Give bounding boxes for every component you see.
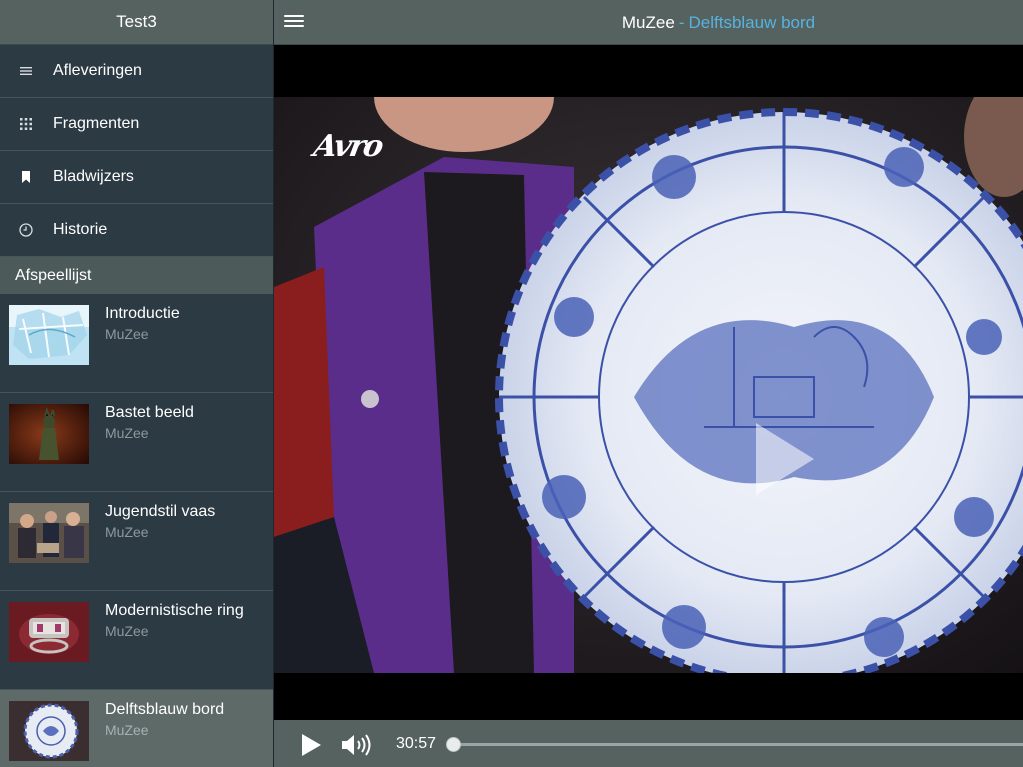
thumbnail-image	[9, 701, 89, 761]
playlist-item-subtitle: MuZee	[105, 722, 149, 738]
title-separator: -	[678, 12, 685, 32]
current-item-title: Delftsblauw bord	[688, 12, 816, 32]
playlist-item-title: Modernistische ring	[105, 602, 244, 619]
playlist-item-subtitle: MuZee	[105, 425, 149, 441]
playlist-item-title: Delftsblauw bord	[105, 701, 225, 718]
playlist-item-active[interactable]: Delftsblauw bord MuZee	[0, 690, 273, 767]
sidebar: Test3 Afleveringen Fragmenten Bladwijzer…	[0, 0, 274, 767]
nav-label: Bladwijzers	[53, 168, 134, 185]
play-overlay-icon[interactable]	[750, 419, 820, 499]
video-frame: Avro	[274, 97, 1023, 673]
nav-label: Afleveringen	[53, 62, 142, 79]
nav-item-bladwijzers[interactable]: Bladwijzers	[0, 151, 273, 204]
seek-handle[interactable]	[446, 737, 461, 752]
playlist-item-title: Introductie	[105, 305, 180, 322]
list-icon	[18, 63, 34, 79]
playlist-item[interactable]: Bastet beeld MuZee	[0, 393, 273, 492]
playlist-item[interactable]: Modernistische ring MuZee	[0, 591, 273, 690]
nav-item-historie[interactable]: Historie	[0, 204, 273, 257]
playlist-item[interactable]: Introductie MuZee	[0, 294, 273, 393]
playlist-item[interactable]: Jugendstil vaas MuZee	[0, 492, 273, 591]
player-controls: 30:57	[274, 720, 1023, 767]
thumbnail-image	[9, 305, 89, 365]
video-player[interactable]: Avro	[274, 45, 1023, 720]
playlist-item-subtitle: MuZee	[105, 524, 149, 540]
broadcaster-logo: Avro	[310, 129, 385, 164]
time-display: 30:57	[396, 734, 437, 752]
playlist-header: Afspeellijst	[0, 257, 273, 294]
playlist-item-subtitle: MuZee	[105, 326, 149, 342]
menu-icon[interactable]	[284, 12, 304, 32]
nav-item-afleveringen[interactable]: Afleveringen	[0, 45, 273, 98]
nav-label: Historie	[53, 221, 108, 238]
page-title: MuZee - Delftsblauw bord	[414, 0, 1023, 45]
playlist-item-subtitle: MuZee	[105, 623, 149, 639]
clock-icon	[18, 222, 34, 238]
playlist-item-title: Bastet beeld	[105, 404, 194, 421]
volume-icon[interactable]	[340, 732, 374, 758]
play-icon[interactable]	[298, 732, 324, 758]
bookmark-icon	[18, 169, 34, 185]
nav-label: Fragmenten	[53, 115, 140, 132]
nav-item-fragmenten[interactable]: Fragmenten	[0, 98, 273, 151]
thumbnail-image	[9, 503, 89, 563]
thumbnail-image	[9, 404, 89, 464]
app-name: MuZee	[621, 12, 675, 32]
playlist-item-title: Jugendstil vaas	[105, 503, 216, 520]
seek-bar[interactable]	[450, 743, 1023, 746]
thumbnail-image	[9, 602, 89, 662]
main-area: MuZee - Delftsblauw bord Avro 30:57	[274, 0, 1023, 767]
sidebar-title: Test3	[0, 0, 273, 45]
top-bar: MuZee - Delftsblauw bord	[274, 0, 1023, 45]
grid-icon	[18, 116, 34, 132]
